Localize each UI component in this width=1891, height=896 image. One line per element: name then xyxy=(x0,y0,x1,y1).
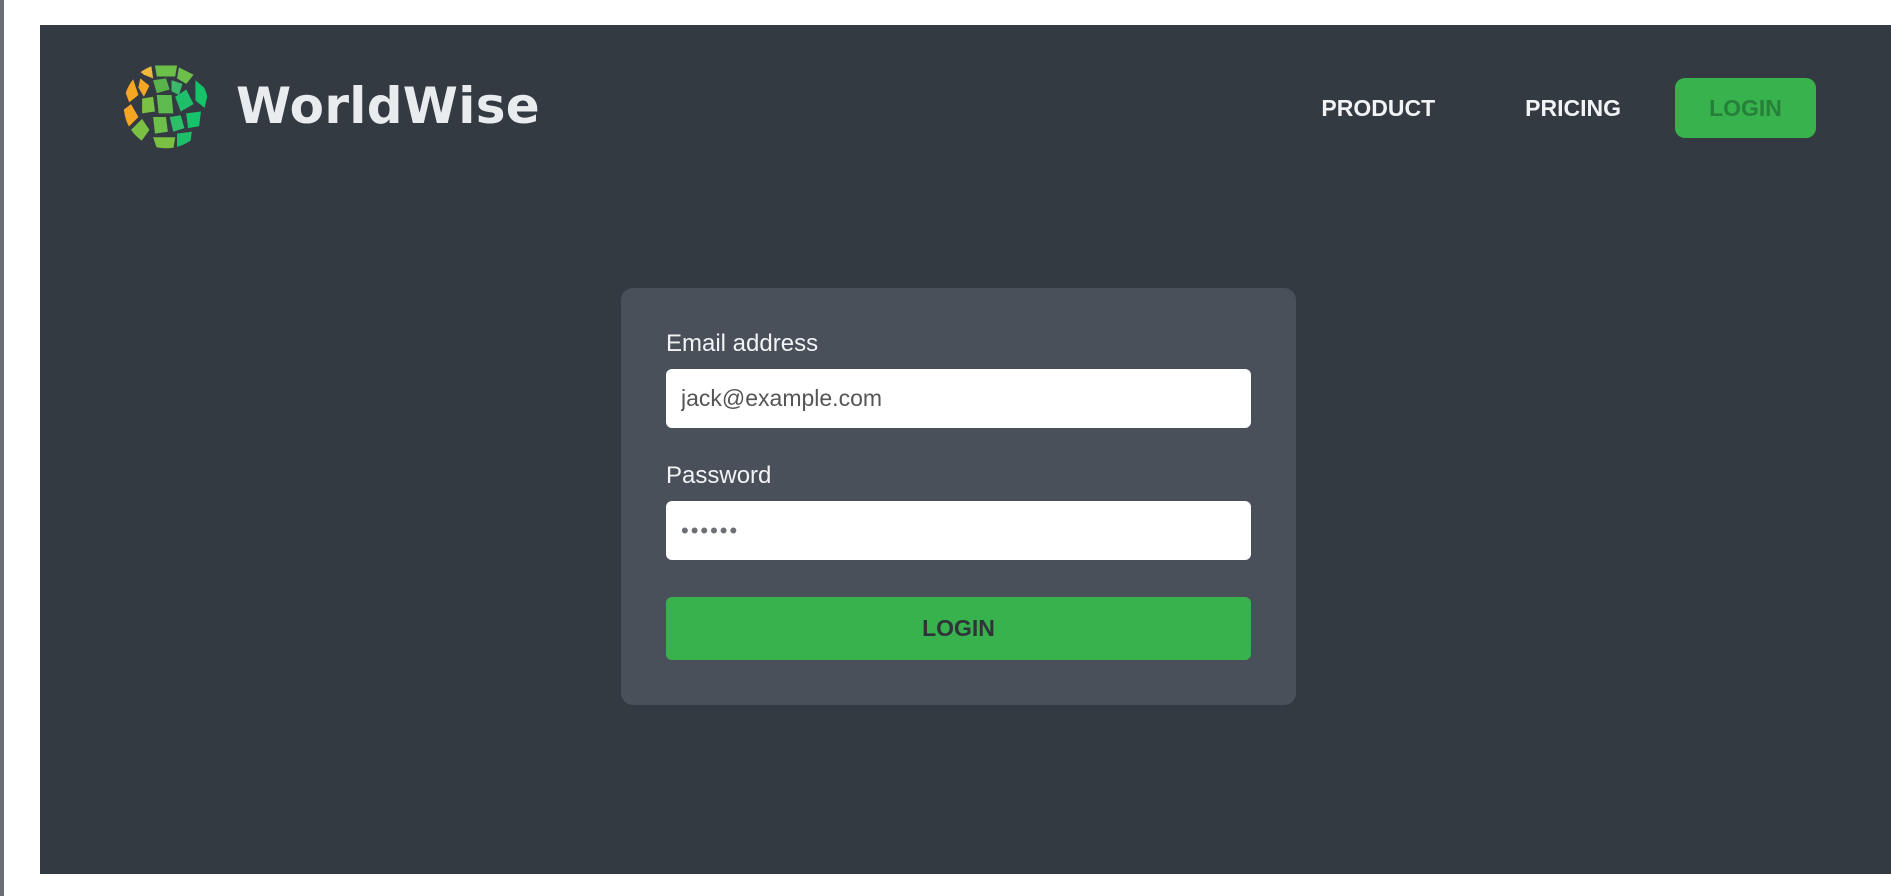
worldwise-globe-icon xyxy=(123,63,209,149)
main-nav: PRODUCT PRICING LOGIN xyxy=(1321,78,1816,138)
login-submit-button[interactable]: LOGIN xyxy=(666,597,1251,660)
password-input[interactable]: •••••• xyxy=(666,501,1251,560)
password-mask: •••••• xyxy=(681,517,740,543)
nav-pricing-link[interactable]: PRICING xyxy=(1525,95,1621,122)
logo-link[interactable]: WorldWise xyxy=(120,60,540,152)
password-label: Password xyxy=(666,462,772,489)
nav-login-button[interactable]: LOGIN xyxy=(1675,78,1816,138)
login-form: Email address Password •••••• LOGIN xyxy=(621,288,1296,705)
email-input[interactable] xyxy=(666,369,1251,428)
email-label: Email address xyxy=(666,330,819,357)
nav-product-link[interactable]: PRODUCT xyxy=(1321,95,1435,122)
window-left-edge xyxy=(0,0,4,896)
logo-text: WorldWise xyxy=(236,77,540,135)
app-page: WorldWise PRODUCT PRICING LOGIN Email ad… xyxy=(40,25,1891,874)
